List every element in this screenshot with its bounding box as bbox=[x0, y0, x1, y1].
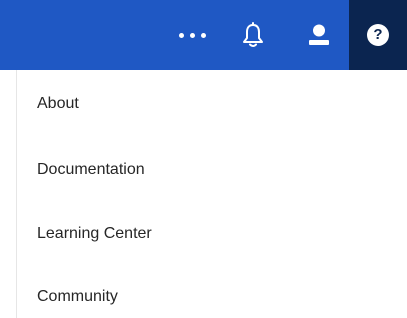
menu-item-documentation[interactable]: Documentation bbox=[37, 161, 145, 179]
top-navigation-bar: ? bbox=[0, 0, 407, 70]
more-options-button[interactable] bbox=[164, 0, 220, 70]
menu-item-about[interactable]: About bbox=[37, 95, 79, 113]
more-horizontal-icon bbox=[178, 32, 206, 38]
bell-icon bbox=[243, 22, 263, 47]
menu-item-learning-center[interactable]: Learning Center bbox=[37, 225, 152, 243]
help-dropdown-menu: About Documentation Learning Center Comm… bbox=[16, 70, 407, 318]
user-icon bbox=[309, 24, 329, 45]
notifications-button[interactable] bbox=[226, 0, 280, 70]
user-profile-button[interactable] bbox=[290, 0, 348, 70]
help-button[interactable]: ? bbox=[349, 0, 407, 70]
help-icon: ? bbox=[367, 24, 389, 46]
menu-item-community[interactable]: Community bbox=[37, 288, 118, 306]
